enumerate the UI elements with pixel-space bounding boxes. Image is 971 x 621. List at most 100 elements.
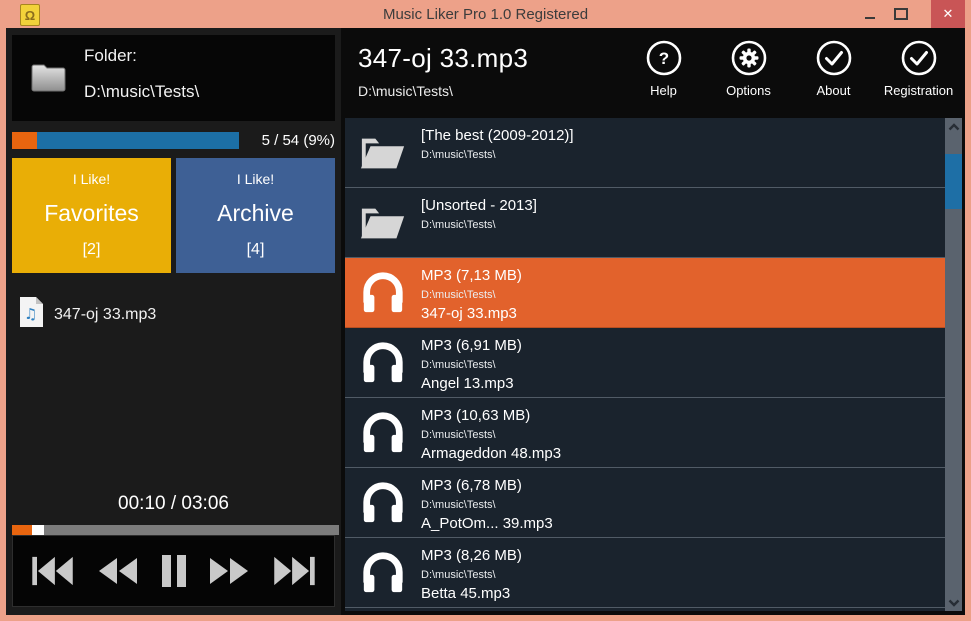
- favorites-tag: I Like!: [12, 171, 171, 187]
- row-path: D:\music\Tests\: [421, 567, 522, 584]
- closed-folder-icon: [30, 59, 69, 100]
- chevron-up-icon: [948, 123, 960, 131]
- rewind-button[interactable]: [96, 556, 140, 586]
- check-circle-icon: [815, 39, 853, 77]
- row-path: D:\music\Tests\: [421, 357, 522, 374]
- file-list-row-folder[interactable]: [Unsorted - 2013]D:\music\Tests\: [345, 188, 945, 258]
- headphones-icon: [358, 341, 408, 385]
- action-label: About: [817, 83, 851, 98]
- scan-progress-fill: [12, 132, 37, 149]
- row-path: D:\music\Tests\: [421, 147, 574, 164]
- playback-time: 00:10 / 03:06: [6, 493, 341, 515]
- skip-back-icon: [29, 555, 77, 587]
- headphones-icon: [358, 551, 408, 595]
- maximize-button[interactable]: [885, 0, 917, 28]
- row-title: MP3 (7,13 MB): [421, 265, 522, 287]
- question-circle-icon: ?: [645, 39, 683, 77]
- window-body: Folder: D:\music\Tests\ 5 / 54 (9%) I Li…: [6, 28, 965, 615]
- seek-played: [12, 525, 32, 535]
- music-file-icon: ♫: [18, 296, 45, 333]
- folder-selector[interactable]: Folder: D:\music\Tests\: [12, 35, 335, 121]
- file-list-row-mp3[interactable]: MP3 (8,26 MB)D:\music\Tests\Betta 45.mp3: [345, 538, 945, 608]
- row-path: D:\music\Tests\: [421, 497, 553, 514]
- row-title: [Unsorted - 2013]: [421, 195, 537, 217]
- archive-label: Archive: [176, 200, 335, 227]
- chevron-down-icon: [948, 599, 960, 607]
- row-filename: 347-oj 33.mp3: [421, 304, 522, 324]
- scrollbar[interactable]: [945, 118, 962, 611]
- row-path: D:\music\Tests\: [421, 287, 522, 304]
- file-list-row-folder[interactable]: [The best (2009-2012)]D:\music\Tests\: [345, 118, 945, 188]
- file-list-row-mp3[interactable]: MP3 (10,63 MB)D:\music\Tests\Armageddon …: [345, 398, 945, 468]
- file-list-row-mp3[interactable]: MP3 (6,78 MB)D:\music\Tests\A_PotOm... 3…: [345, 468, 945, 538]
- options-button[interactable]: Options: [706, 39, 791, 118]
- row-title: MP3 (6,78 MB): [421, 475, 553, 497]
- headphones-icon: [358, 271, 408, 315]
- svg-text:♫: ♫: [24, 305, 37, 323]
- seek-bar[interactable]: [12, 525, 339, 535]
- row-filename: A_PotOm... 39.mp3: [421, 514, 553, 534]
- registration-button[interactable]: Registration: [876, 39, 961, 118]
- favorites-button[interactable]: I Like! Favorites [2]: [12, 158, 171, 273]
- action-label: Help: [650, 83, 677, 98]
- left-panel: Folder: D:\music\Tests\ 5 / 54 (9%) I Li…: [6, 28, 341, 615]
- track-path: D:\music\Tests\: [358, 83, 528, 99]
- file-list-row-mp3[interactable]: MP3 (7,13 MB)D:\music\Tests\347-oj 33.mp…: [345, 258, 945, 328]
- now-playing: ♫ 347-oj 33.mp3: [18, 296, 335, 333]
- minimize-button[interactable]: [855, 0, 885, 28]
- transport-controls: [12, 535, 335, 607]
- open-folder-icon: [358, 203, 408, 243]
- close-button[interactable]: ✕: [931, 0, 965, 28]
- file-list: [The best (2009-2012)]D:\music\Tests\[Un…: [345, 118, 945, 611]
- skip-back-button[interactable]: [29, 555, 77, 587]
- row-filename: Betta 45.mp3: [421, 584, 522, 604]
- scroll-down-button[interactable]: [945, 594, 962, 611]
- track-title: 347-oj 33.mp3: [358, 43, 528, 74]
- favorites-label: Favorites: [12, 200, 171, 227]
- fast-forward-icon: [207, 556, 251, 586]
- titlebar[interactable]: Ω Music Liker Pro 1.0 Registered ✕: [0, 0, 971, 28]
- row-filename: Armageddon 48.mp3: [421, 444, 561, 464]
- header-actions: ? Help Options About Registration: [621, 39, 961, 118]
- row-path: D:\music\Tests\: [421, 217, 537, 234]
- about-button[interactable]: About: [791, 39, 876, 118]
- row-filename: Angel 13.mp3: [421, 374, 522, 394]
- skip-forward-button[interactable]: [270, 555, 318, 587]
- archive-count: [4]: [176, 241, 335, 259]
- headphones-icon: [358, 481, 408, 525]
- minimize-icon: [865, 17, 875, 19]
- favorites-count: [2]: [12, 241, 171, 259]
- scroll-up-button[interactable]: [945, 118, 962, 135]
- svg-text:?: ?: [658, 49, 668, 68]
- folder-path: D:\music\Tests\: [84, 82, 335, 102]
- check-circle-icon: [900, 39, 938, 77]
- fast-forward-button[interactable]: [207, 556, 251, 586]
- window-title: Music Liker Pro 1.0 Registered: [0, 0, 971, 28]
- folder-label: Folder:: [84, 46, 335, 66]
- seek-buffer: [32, 525, 44, 535]
- gear-circle-icon: [730, 39, 768, 77]
- action-label: Options: [726, 83, 771, 98]
- skip-forward-icon: [270, 555, 318, 587]
- archive-button[interactable]: I Like! Archive [4]: [176, 158, 335, 273]
- pause-button[interactable]: [159, 553, 189, 589]
- headphones-icon: [358, 411, 408, 455]
- row-path: D:\music\Tests\: [421, 427, 561, 444]
- scan-progress-text: 5 / 54 (9%): [239, 132, 335, 149]
- right-panel: 347-oj 33.mp3 D:\music\Tests\ ? Help Optio…: [341, 28, 965, 615]
- scan-progress-bar: [12, 132, 239, 149]
- row-title: [The best (2009-2012)]: [421, 125, 574, 147]
- archive-tag: I Like!: [176, 171, 335, 187]
- row-title: MP3 (8,26 MB): [421, 545, 522, 567]
- file-list-row-mp3[interactable]: MP3 (6,91 MB)D:\music\Tests\Angel 13.mp3: [345, 328, 945, 398]
- pause-icon: [159, 553, 189, 589]
- track-header: 347-oj 33.mp3 D:\music\Tests\ ? Help Optio…: [341, 28, 965, 118]
- help-button[interactable]: ? Help: [621, 39, 706, 118]
- row-title: MP3 (10,63 MB): [421, 405, 561, 427]
- maximize-icon: [894, 8, 908, 20]
- rewind-icon: [96, 556, 140, 586]
- now-playing-name: 347-oj 33.mp3: [54, 306, 156, 324]
- scrollbar-thumb[interactable]: [945, 154, 962, 209]
- open-folder-icon: [358, 133, 408, 173]
- row-title: MP3 (6,91 MB): [421, 335, 522, 357]
